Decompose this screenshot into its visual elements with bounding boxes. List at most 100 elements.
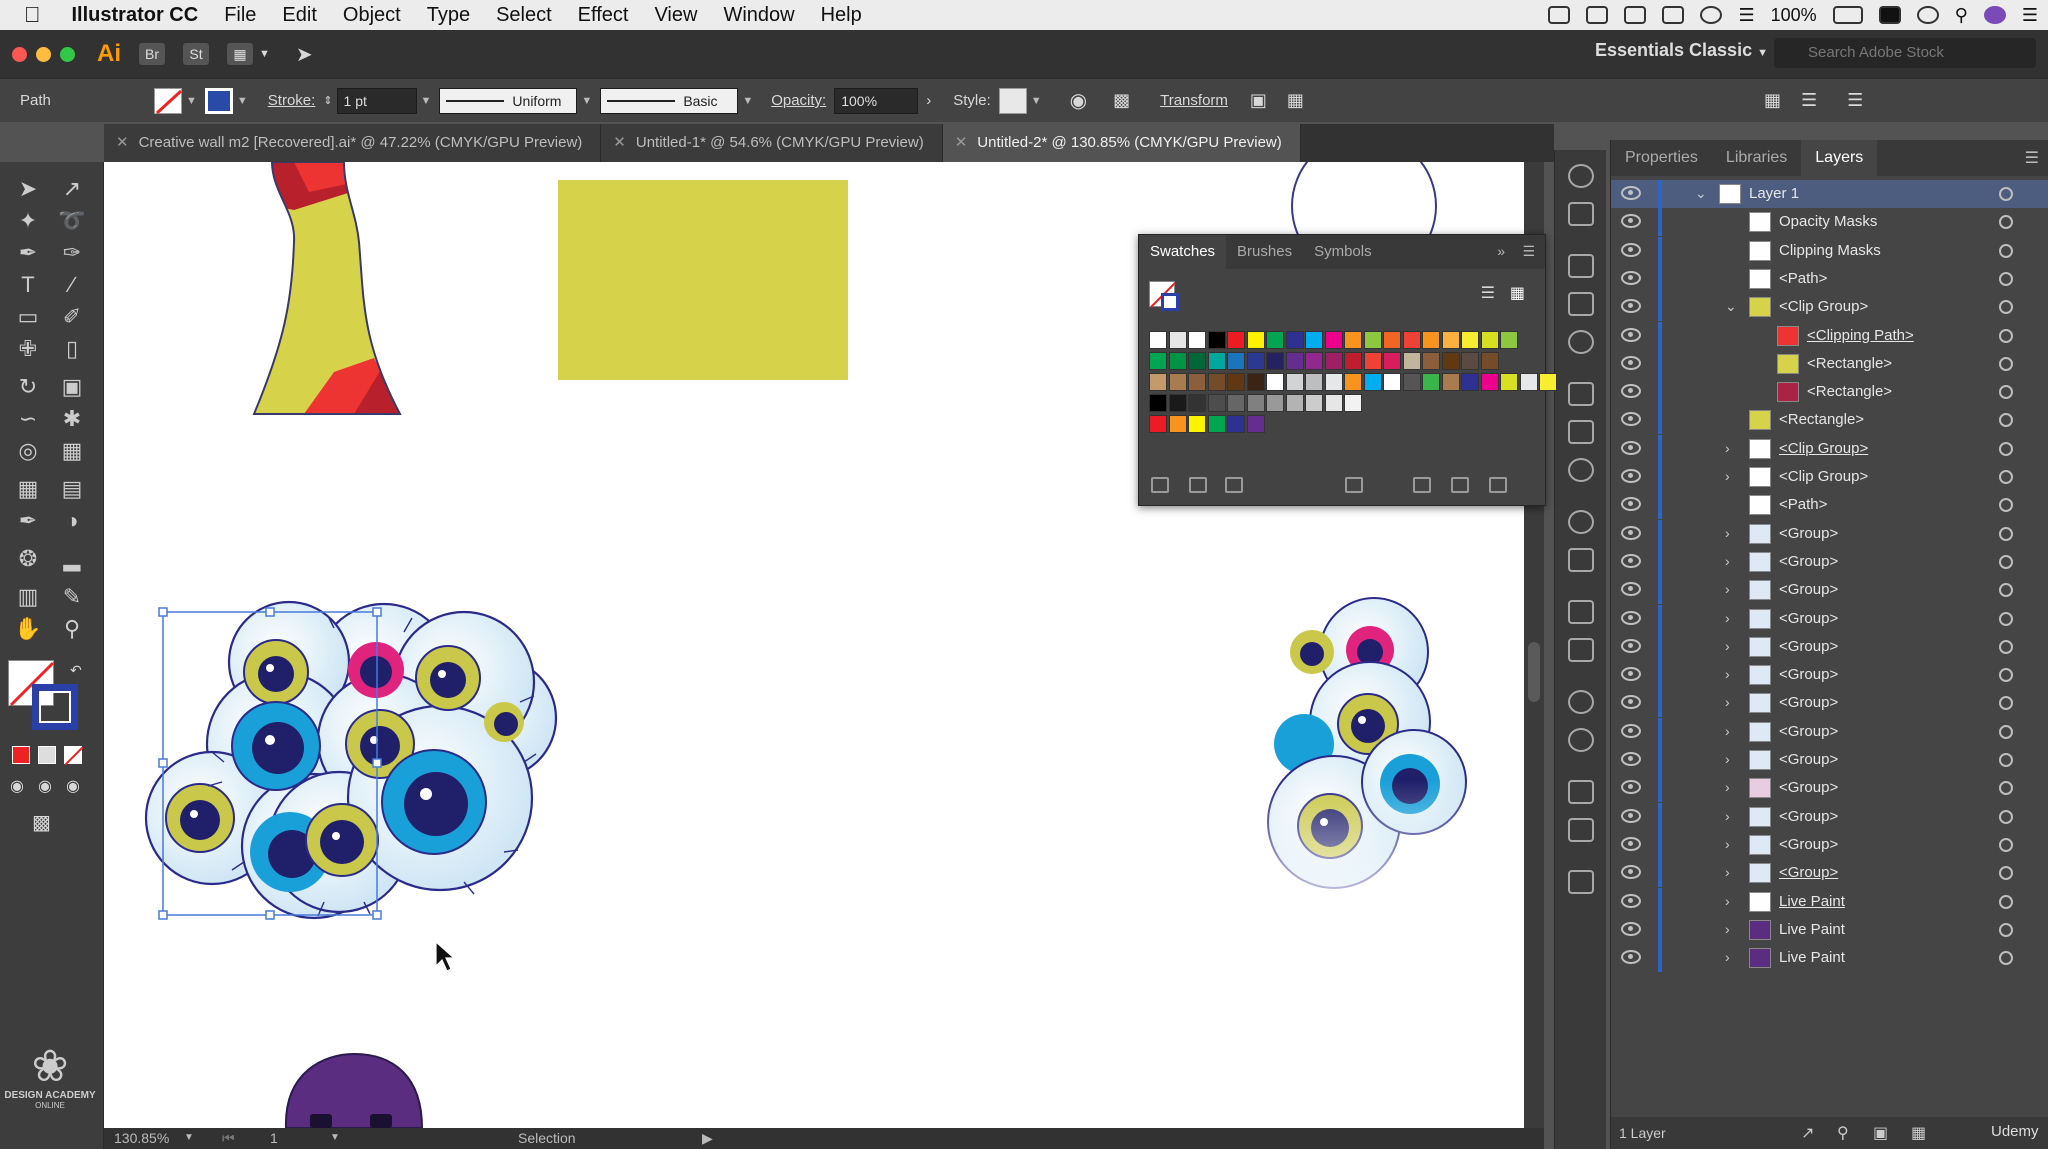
target-icon[interactable]	[1999, 894, 2013, 909]
chevron-right-icon[interactable]: ›	[1725, 921, 1730, 937]
swatch-chip[interactable]	[1305, 331, 1323, 349]
swatch-chip[interactable]	[1188, 352, 1206, 370]
visibility-eye-icon[interactable]	[1621, 638, 1641, 653]
target-icon[interactable]	[1999, 385, 2013, 400]
chevron-right-icon[interactable]: ›	[1725, 638, 1730, 654]
swatch-chip[interactable]	[1519, 373, 1538, 391]
visibility-eye-icon[interactable]	[1621, 865, 1641, 880]
chevron-right-icon[interactable]: ›	[1725, 610, 1730, 626]
hand-tool-icon[interactable]: ✋	[12, 614, 44, 644]
blend-tool-icon[interactable]: ◑	[56, 506, 88, 536]
swatch-chip[interactable]	[1461, 373, 1479, 391]
menu-window[interactable]: Window	[710, 4, 807, 27]
swatch-chip[interactable]	[1402, 352, 1421, 370]
swatch-chip[interactable]	[1168, 415, 1187, 433]
panel-menu-icon[interactable]: ☰	[1522, 243, 1535, 260]
chevron-down-icon[interactable]: ⌄	[1725, 298, 1737, 315]
panel-menu-icon[interactable]: ☰	[2025, 148, 2039, 168]
swatch-chip[interactable]	[1149, 373, 1167, 391]
layer-row[interactable]: <Rectangle>	[1611, 349, 2048, 378]
opacity-field[interactable]: 100%	[834, 87, 919, 114]
target-icon[interactable]	[1999, 866, 2013, 881]
layer-row[interactable]: › <Group>	[1611, 802, 2048, 831]
swatch-chip[interactable]	[1480, 373, 1499, 391]
draw-behind-icon[interactable]: ◉	[38, 776, 52, 796]
swatch-chip[interactable]	[1227, 331, 1245, 349]
visibility-eye-icon[interactable]	[1621, 469, 1641, 483]
gradient-mode-icon[interactable]	[38, 746, 56, 764]
add-to-library-icon[interactable]	[1189, 477, 1207, 493]
swatch-chip[interactable]	[1285, 352, 1304, 370]
visibility-eye-icon[interactable]	[1621, 412, 1641, 427]
eraser-tool-icon[interactable]: ▯	[56, 334, 88, 364]
layer-row[interactable]: › <Clip Group>	[1611, 434, 2048, 463]
swatch-chip[interactable]	[1383, 352, 1401, 370]
stroke-color-icon[interactable]	[32, 684, 78, 730]
swatch-chip[interactable]	[1344, 331, 1362, 349]
close-icon[interactable]: ✕	[613, 134, 626, 151]
visibility-eye-icon[interactable]	[1621, 270, 1641, 285]
visibility-eye-icon[interactable]	[1621, 950, 1641, 965]
layer-row[interactable]: › <Group>	[1611, 604, 2048, 633]
layer-row[interactable]: <Rectangle>	[1611, 378, 2048, 407]
list-view-icon[interactable]: ☰	[1481, 283, 1495, 303]
swatch-chip[interactable]	[1441, 352, 1460, 370]
swatch-chip[interactable]	[1168, 352, 1187, 370]
target-icon[interactable]	[1999, 187, 2013, 201]
swatch-chip[interactable]	[1441, 373, 1460, 391]
visibility-eye-icon[interactable]	[1621, 553, 1641, 568]
swatch-chip[interactable]	[1363, 373, 1382, 391]
chevron-right-icon[interactable]: ›	[1725, 694, 1730, 710]
transform-panel-icon[interactable]	[1568, 870, 1594, 894]
target-icon[interactable]	[1999, 753, 2013, 767]
swatch-chip[interactable]	[1227, 394, 1245, 412]
layer-row[interactable]: › <Group>	[1611, 689, 2048, 718]
target-icon[interactable]	[1999, 441, 2013, 456]
draw-inside-icon[interactable]: ◉	[66, 776, 80, 796]
wifi-icon[interactable]: ☰	[1738, 5, 1754, 26]
scale-tool-icon[interactable]: ▣	[56, 372, 88, 402]
purple-creature[interactable]	[284, 1052, 424, 1128]
swatch-chip[interactable]	[1422, 352, 1440, 370]
swatch-chip[interactable]	[1246, 373, 1265, 391]
pathfinder-icon[interactable]	[1568, 818, 1594, 842]
grid-view-icon[interactable]: ▦	[1510, 283, 1525, 303]
tab-brushes[interactable]: Brushes	[1226, 235, 1303, 269]
notification-center-icon[interactable]: ☰	[2022, 5, 2038, 26]
swatch-chip[interactable]	[1480, 331, 1499, 349]
swatch-chip[interactable]	[1441, 331, 1460, 349]
tab-symbols[interactable]: Symbols	[1303, 235, 1383, 269]
cloud-icon[interactable]	[1624, 6, 1647, 24]
selection-tool-icon[interactable]: ➤	[12, 174, 44, 204]
layer-row[interactable]: ⌄ <Clip Group>	[1611, 293, 2048, 322]
swatch-chip[interactable]	[1207, 415, 1226, 433]
menu-view[interactable]: View	[641, 4, 710, 27]
visibility-eye-icon[interactable]	[1621, 214, 1641, 229]
layer-row[interactable]: › <Group>	[1611, 576, 2048, 605]
collapse-panel-icon[interactable]: »	[1497, 243, 1505, 259]
settings-gear-icon[interactable]	[1568, 690, 1594, 714]
new-swatch-icon[interactable]	[1451, 477, 1469, 493]
panel-menu-icon[interactable]: ▦	[1764, 90, 1781, 111]
menu-object[interactable]: Object	[330, 4, 414, 27]
delete-swatch-icon[interactable]	[1489, 477, 1507, 493]
target-icon[interactable]	[1999, 328, 2013, 343]
transparency-icon[interactable]	[1568, 458, 1594, 482]
app-menu[interactable]: Illustrator CC	[54, 4, 212, 27]
swatch-chip[interactable]	[1305, 373, 1323, 391]
chevron-right-icon[interactable]: ›	[1725, 581, 1730, 597]
swatch-chip[interactable]	[1285, 331, 1304, 349]
visibility-eye-icon[interactable]	[1621, 695, 1641, 710]
visibility-eye-icon[interactable]	[1621, 610, 1641, 625]
target-icon[interactable]	[1999, 611, 2013, 626]
swatch-chip[interactable]	[1324, 331, 1343, 349]
chevron-down-icon[interactable]: ▼	[742, 95, 753, 107]
layer-row[interactable]: Opacity Masks	[1611, 208, 2048, 237]
visibility-eye-icon[interactable]	[1621, 667, 1641, 682]
opacity-label[interactable]: Opacity:	[771, 92, 826, 109]
align-icon[interactable]: ☰	[1801, 90, 1817, 111]
spotlight-icon[interactable]: ⚲	[1955, 5, 1968, 26]
chevron-right-icon[interactable]: ›	[1725, 949, 1730, 965]
battery-icon[interactable]	[1832, 6, 1863, 24]
swatch-chip[interactable]	[1168, 394, 1187, 412]
